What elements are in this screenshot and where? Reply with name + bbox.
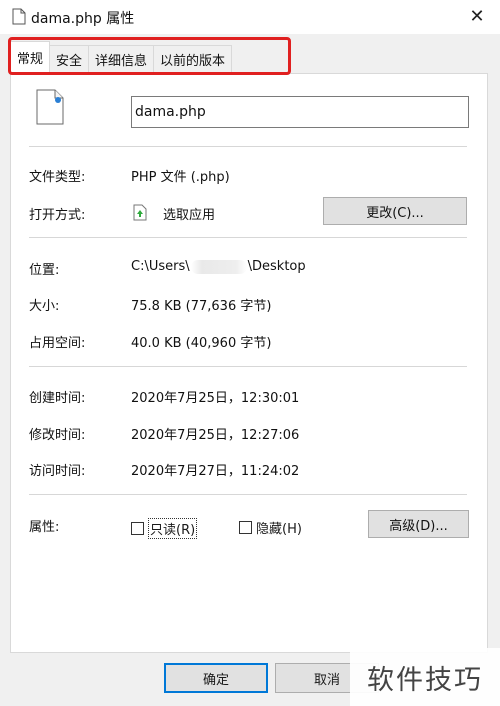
readonly-checkbox-label: 只读(R) — [148, 518, 198, 539]
file-type-value: PHP 文件 (.php) — [131, 170, 230, 185]
location-label: 位置: — [29, 263, 60, 278]
advanced-button[interactable]: 高级(D)... — [368, 510, 469, 538]
general-panel: 文件类型: PHP 文件 (.php) 打开方式: 选取应用 更改(C)... … — [10, 73, 488, 653]
ok-button[interactable]: 确定 — [164, 663, 268, 693]
tab-label: 安全 — [56, 54, 83, 69]
size-value: 75.8 KB (77,636 字节) — [131, 299, 272, 314]
close-icon: ✕ — [469, 5, 485, 27]
accessed-label: 访问时间: — [29, 464, 86, 479]
tab-general[interactable]: 常规 — [10, 41, 51, 73]
accessed-value: 2020年7月27日，11:24:02 — [131, 464, 300, 479]
modified-label: 修改时间: — [29, 428, 86, 443]
disk-size-value: 40.0 KB (40,960 字节) — [131, 336, 272, 351]
tab-bar: 常规 安全 详细信息 以前的版本 — [10, 41, 290, 73]
readonly-checkbox-box[interactable] — [131, 522, 144, 535]
choose-app-icon — [133, 204, 147, 225]
location-value: C:\Users\ \Desktop — [131, 259, 306, 274]
modified-value: 2020年7月25日，12:27:06 — [131, 428, 300, 443]
file-icon — [12, 8, 26, 29]
redacted-username — [190, 259, 247, 274]
open-with-label: 打开方式: — [29, 208, 86, 223]
created-label: 创建时间: — [29, 391, 86, 406]
created-value: 2020年7月25日，12:30:01 — [131, 391, 300, 406]
divider — [29, 494, 467, 495]
tab-label: 常规 — [17, 52, 44, 67]
close-button[interactable]: ✕ — [454, 0, 500, 32]
tab-previous-versions[interactable]: 以前的版本 — [153, 45, 233, 73]
change-button[interactable]: 更改(C)... — [323, 197, 467, 225]
hidden-checkbox-box[interactable] — [239, 521, 252, 534]
divider — [29, 146, 467, 147]
file-type-label: 文件类型: — [29, 170, 86, 185]
hidden-checkbox-label: 隐藏(H) — [256, 522, 302, 537]
file-name-input[interactable] — [131, 96, 469, 128]
tab-label: 详细信息 — [95, 54, 148, 69]
window-title: dama.php 属性 — [31, 11, 135, 27]
title-bar: dama.php 属性 ✕ — [0, 0, 500, 34]
tab-security[interactable]: 安全 — [49, 45, 90, 73]
open-with-value: 选取应用 — [163, 208, 216, 223]
divider — [29, 237, 467, 238]
hidden-checkbox[interactable]: 隐藏(H) — [239, 518, 302, 537]
location-prefix: C:\Users\ — [131, 259, 190, 274]
location-suffix: \Desktop — [247, 259, 306, 274]
size-label: 大小: — [29, 299, 60, 314]
php-file-icon — [35, 89, 65, 129]
disk-size-label: 占用空间: — [29, 336, 86, 351]
tab-label: 以前的版本 — [160, 54, 226, 69]
watermark: 软件技巧 — [350, 648, 500, 706]
tab-details[interactable]: 详细信息 — [88, 45, 155, 73]
readonly-checkbox[interactable]: 只读(R) — [131, 518, 198, 539]
attributes-label: 属性: — [29, 520, 60, 535]
divider — [29, 366, 467, 367]
